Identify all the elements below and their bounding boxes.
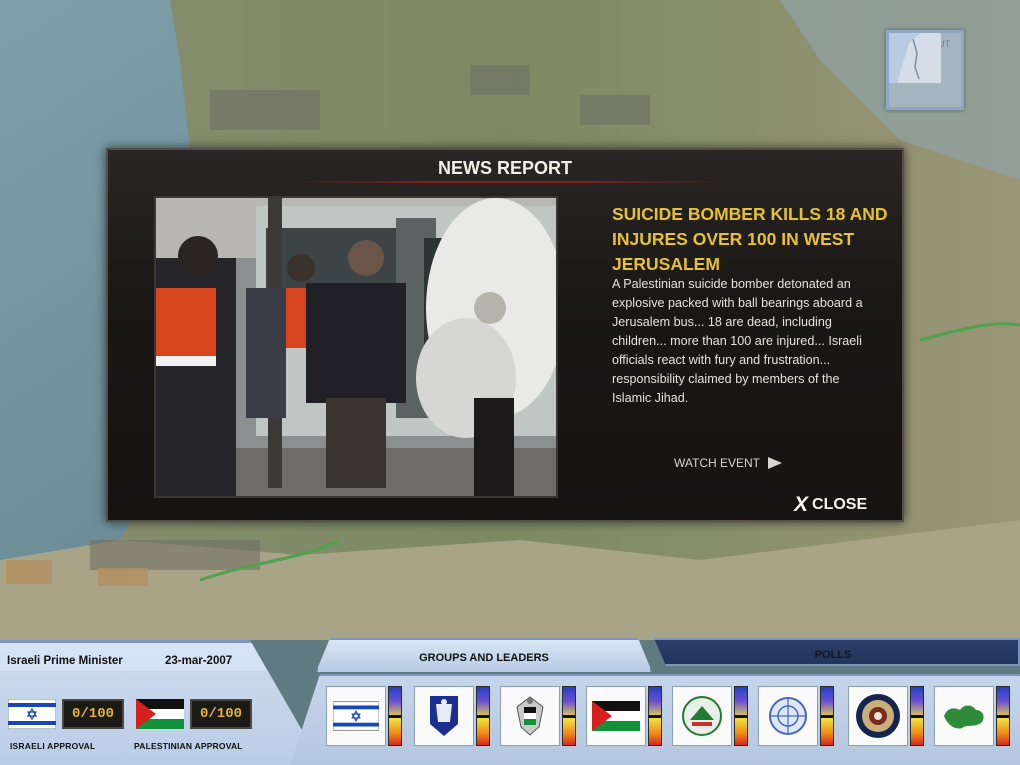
leader-slot-us-president[interactable] <box>848 686 924 746</box>
leader-slot-palestinian-authority[interactable] <box>500 686 576 746</box>
approval-area: 0/100 ISRAELI APPROVAL 0/100 PALESTINIAN… <box>0 671 300 765</box>
play-arrow-icon <box>768 457 782 469</box>
close-label: CLOSE <box>812 496 868 513</box>
title-divider <box>298 181 718 183</box>
palestinian-authority-emblem-icon <box>516 696 544 736</box>
leader-slot-israeli-police[interactable] <box>414 686 490 746</box>
palestinian-approval-label: PALESTINIAN APPROVAL <box>134 741 243 751</box>
israeli-approval-label: ISRAELI APPROVAL <box>10 741 96 751</box>
player-role: Israeli Prime Minister <box>7 655 123 667</box>
attitude-meter <box>820 686 834 746</box>
bus-bombing-scene-image <box>156 198 556 496</box>
status-panel: Israeli Prime Minister 23-mar-2007 0/100… <box>0 640 322 765</box>
zoom-out-button[interactable]: ZOOM OUT <box>886 30 964 110</box>
attitude-meter <box>734 686 748 746</box>
hud-tabs: GROUPS AND LEADERS POLLS <box>314 636 1020 676</box>
leader-slot-arab-league[interactable] <box>934 686 1010 746</box>
palestine-flag-icon <box>136 699 184 729</box>
leader-slot-israel[interactable] <box>326 686 402 746</box>
news-report-title: NEWS REPORT <box>437 158 572 178</box>
tab-groups-label: GROUPS AND LEADERS <box>419 652 549 664</box>
tab-polls[interactable]: POLLS <box>654 638 1020 666</box>
un-emblem-icon <box>769 697 807 735</box>
us-presidential-seal-icon <box>856 694 900 738</box>
palestinian-approval-score: 0/100 <box>190 699 252 729</box>
attitude-meter <box>910 686 924 746</box>
news-video-frame[interactable] <box>154 196 558 498</box>
palestine-flag-icon <box>592 701 640 731</box>
close-icon: X <box>794 493 809 516</box>
attitude-meter <box>648 686 662 746</box>
watch-event-button[interactable]: WATCH EVENT <box>674 454 782 472</box>
israeli-police-emblem-icon <box>430 696 458 736</box>
israel-flag-icon <box>333 701 379 731</box>
leader-slot-hamas[interactable] <box>672 686 748 746</box>
attitude-meter <box>562 686 576 746</box>
israeli-approval-score: 0/100 <box>62 699 124 729</box>
attitude-meter <box>476 686 490 746</box>
tab-groups-and-leaders[interactable]: GROUPS AND LEADERS <box>316 638 652 672</box>
hamas-emblem-icon <box>682 696 722 736</box>
arab-league-emblem-icon <box>944 705 984 729</box>
close-button[interactable]: X CLOSE <box>794 493 868 516</box>
mini-map-icon <box>889 33 941 83</box>
attitude-meter <box>388 686 402 746</box>
news-body: A Palestinian suicide bomber detonated a… <box>612 277 863 405</box>
news-report-dialog: NEWS REPORT SUICIDE BOMBER KILLS 18 AND … <box>106 148 904 522</box>
leader-slot-palestine[interactable] <box>586 686 662 746</box>
israel-flag-icon <box>8 699 56 729</box>
game-date: 23-mar-2007 <box>165 655 233 667</box>
tab-polls-label: POLLS <box>814 649 852 661</box>
watch-event-label: WATCH EVENT <box>674 456 760 470</box>
news-headline: SUICIDE BOMBER KILLS 18 AND INJURES OVER… <box>612 204 888 274</box>
attitude-meter <box>996 686 1010 746</box>
leader-slot-un[interactable] <box>758 686 834 746</box>
